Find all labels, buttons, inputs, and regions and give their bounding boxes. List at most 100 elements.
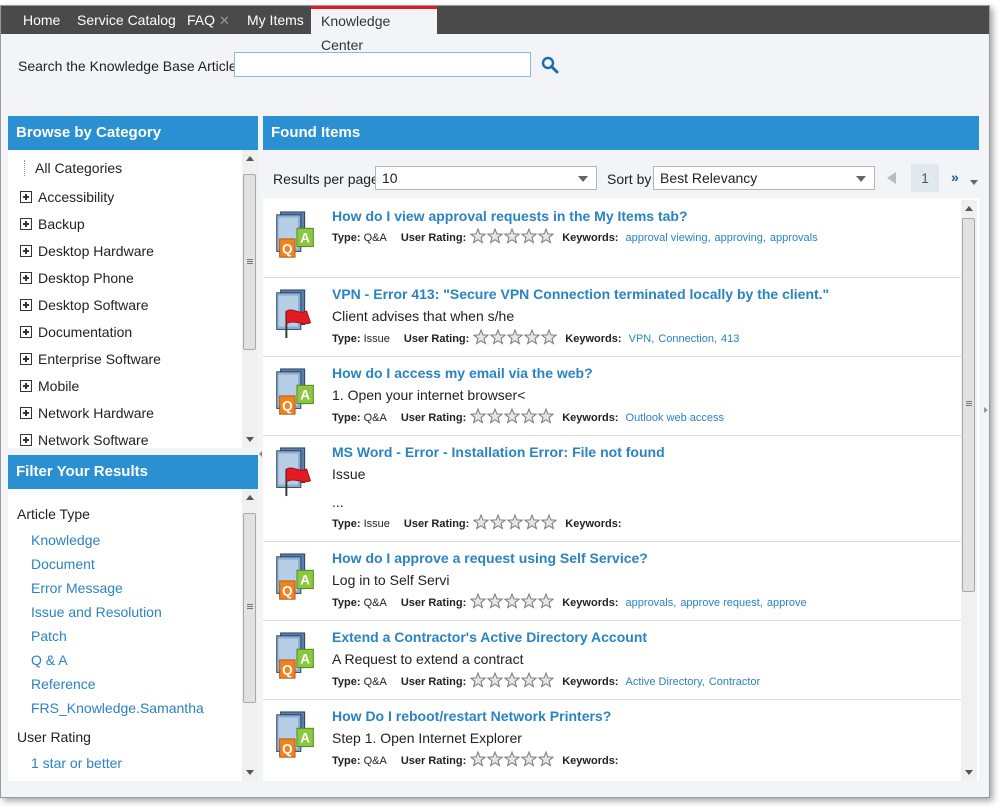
- keyword-link[interactable]: approve: [767, 597, 807, 609]
- tab-label: Service Catalog: [77, 12, 176, 28]
- results-scrollbar[interactable]: [961, 200, 977, 781]
- star-rating-icon[interactable]: [470, 672, 555, 688]
- expand-plus-icon[interactable]: [20, 407, 32, 419]
- filter-article-type[interactable]: Reference: [31, 676, 96, 692]
- filter-article-type[interactable]: Patch: [31, 628, 67, 644]
- tab-knowledge-center[interactable]: Knowledge Center: [311, 6, 437, 53]
- chevron-down-icon[interactable]: [970, 180, 978, 185]
- close-icon[interactable]: ✕: [219, 13, 230, 28]
- filter-article-type[interactable]: Q & A: [31, 652, 68, 668]
- category-network-software[interactable]: Network Software: [20, 430, 148, 448]
- result-title-link[interactable]: How do I view approval requests in the M…: [332, 208, 688, 224]
- keyword-link[interactable]: 413: [721, 333, 739, 345]
- type-label: Type:: [332, 412, 361, 424]
- category-accessibility[interactable]: Accessibility: [20, 187, 114, 214]
- category-scrollbar[interactable]: [242, 150, 258, 448]
- filter-article-type[interactable]: Issue and Resolution: [31, 604, 162, 620]
- prev-page-icon[interactable]: [887, 172, 896, 184]
- result-title-link[interactable]: How do I approve a request using Self Se…: [332, 550, 648, 566]
- star-rating-icon[interactable]: [473, 329, 558, 345]
- scroll-up-icon[interactable]: [246, 495, 254, 500]
- filter-rating[interactable]: 1 star or better: [31, 755, 122, 771]
- scroll-thumb[interactable]: [243, 174, 256, 350]
- result-title-link[interactable]: How do I access my email via the web?: [332, 365, 593, 381]
- sort-by-select[interactable]: Best Relevancy: [653, 166, 875, 190]
- keyword-link[interactable]: approvals: [770, 232, 818, 244]
- filter-article-type[interactable]: Error Message: [31, 580, 123, 596]
- scroll-down-icon[interactable]: [246, 437, 254, 442]
- filter-article-type[interactable]: Document: [31, 556, 95, 572]
- keywords-label: Keywords:: [562, 676, 619, 688]
- rating-label: User Rating:: [400, 412, 467, 424]
- tab-my-items[interactable]: My Items: [237, 6, 314, 34]
- keyword-link[interactable]: approvals,: [626, 597, 677, 609]
- svg-text:A: A: [300, 388, 310, 403]
- category-desktop-hardware[interactable]: Desktop Hardware: [20, 241, 154, 268]
- keyword-link[interactable]: Connection,: [658, 333, 717, 345]
- keyword-link[interactable]: Active Directory,: [626, 676, 705, 688]
- keyword-link[interactable]: Contractor: [709, 676, 760, 688]
- keyword-link[interactable]: Outlook web access: [626, 412, 724, 424]
- star-rating-icon[interactable]: [473, 514, 558, 530]
- type-label: Type:: [332, 518, 361, 530]
- keyword-link[interactable]: approving,: [715, 232, 766, 244]
- type-label: Type:: [332, 333, 361, 345]
- scroll-down-icon[interactable]: [965, 770, 973, 775]
- search-icon[interactable]: [541, 56, 559, 74]
- star-rating-icon[interactable]: [470, 408, 555, 424]
- side-collapse-handle[interactable]: [983, 395, 989, 425]
- next-page-button[interactable]: »: [951, 169, 959, 185]
- star-rating-icon[interactable]: [470, 593, 555, 609]
- tab-home[interactable]: Home: [13, 6, 70, 34]
- expand-plus-icon[interactable]: [20, 434, 32, 446]
- search-input[interactable]: [234, 52, 531, 77]
- filter-article-type[interactable]: FRS_Knowledge.Samantha: [31, 700, 204, 716]
- keyword-link[interactable]: VPN,: [629, 333, 655, 345]
- keywords-label: Keywords:: [562, 232, 619, 244]
- category-label: Desktop Software: [38, 297, 149, 313]
- scroll-down-icon[interactable]: [246, 770, 254, 775]
- category-documentation[interactable]: Documentation: [20, 322, 132, 349]
- expand-plus-icon[interactable]: [20, 299, 32, 311]
- result-item: Q A How do I approve a request using Self …: [263, 542, 961, 621]
- result-title-link[interactable]: Extend a Contractor's Active Directory A…: [332, 629, 647, 645]
- category-desktop-software[interactable]: Desktop Software: [20, 295, 149, 322]
- category-all[interactable]: All Categories: [24, 160, 122, 176]
- star-rating-icon[interactable]: [470, 751, 555, 767]
- expand-plus-icon[interactable]: [20, 326, 32, 338]
- filter-rating[interactable]: 2 stars or better: [31, 779, 129, 781]
- category-label: Enterprise Software: [38, 351, 161, 367]
- type-value: Q&A: [363, 676, 387, 688]
- category-mobile[interactable]: Mobile: [20, 376, 79, 403]
- keyword-link[interactable]: approve request,: [680, 597, 763, 609]
- expand-plus-icon[interactable]: [20, 272, 32, 284]
- expand-plus-icon[interactable]: [20, 218, 32, 230]
- category-backup[interactable]: Backup: [20, 214, 85, 241]
- results-per-page-select[interactable]: 10: [375, 166, 597, 190]
- result-meta: Type: Q&A User Rating: Keywords:: [332, 751, 618, 767]
- keyword-link[interactable]: approval viewing,: [626, 232, 711, 244]
- scroll-thumb[interactable]: [962, 218, 975, 592]
- tab-faq[interactable]: FAQ ✕: [177, 6, 240, 34]
- scroll-up-icon[interactable]: [965, 206, 973, 211]
- rating-label: User Rating:: [403, 333, 470, 345]
- filter-scrollbar[interactable]: [242, 489, 258, 781]
- page-number[interactable]: 1: [911, 164, 939, 192]
- category-desktop-phone[interactable]: Desktop Phone: [20, 268, 134, 295]
- expand-plus-icon[interactable]: [20, 191, 32, 203]
- expand-plus-icon[interactable]: [20, 353, 32, 365]
- expand-plus-icon[interactable]: [20, 245, 32, 257]
- result-title-link[interactable]: MS Word - Error - Installation Error: Fi…: [332, 444, 665, 460]
- results-per-page-label: Results per page: [273, 171, 379, 187]
- result-title-link[interactable]: VPN - Error 413: "Secure VPN Connection …: [332, 286, 829, 302]
- scroll-up-icon[interactable]: [246, 156, 254, 161]
- filter-article-type[interactable]: Knowledge: [31, 532, 100, 548]
- result-title-link[interactable]: How Do I reboot/restart Network Printers…: [332, 708, 611, 724]
- star-rating-icon[interactable]: [470, 228, 555, 244]
- category-network-hardware[interactable]: Network Hardware: [20, 403, 154, 430]
- tab-service-catalog[interactable]: Service Catalog: [67, 6, 186, 34]
- category-enterprise-software[interactable]: Enterprise Software: [20, 349, 161, 376]
- category-label: Mobile: [38, 378, 80, 394]
- expand-plus-icon[interactable]: [20, 380, 32, 392]
- scroll-thumb[interactable]: [243, 513, 256, 703]
